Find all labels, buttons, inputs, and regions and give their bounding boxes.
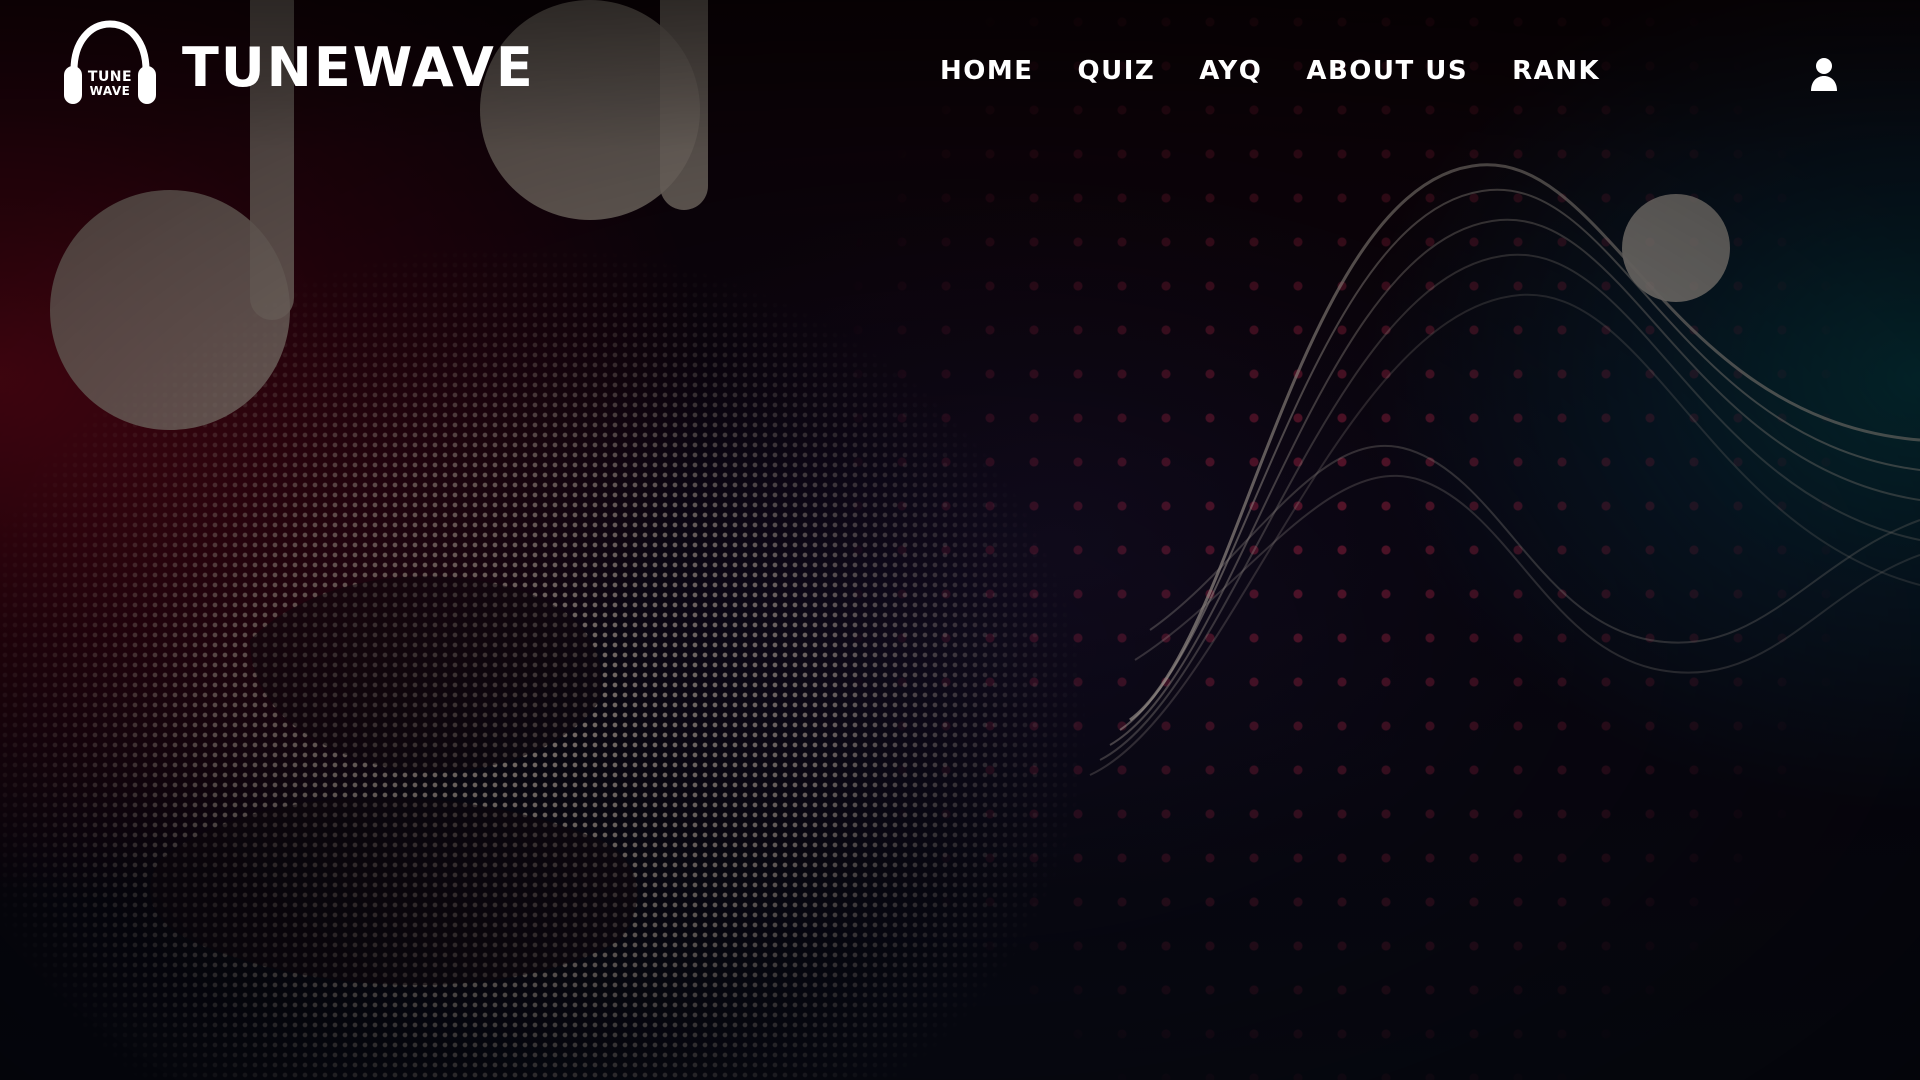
logo-text: TUNE WAVE <box>56 70 164 98</box>
site-header: TUNE WAVE TUNEWAVE HOME QUIZ AYQ ABOUT U… <box>0 0 1920 150</box>
user-profile-button[interactable] <box>1802 52 1846 96</box>
user-icon <box>1807 56 1841 92</box>
logo-line-2: WAVE <box>89 84 131 98</box>
logo-line-1: TUNE <box>87 69 133 85</box>
hero-dark-overlay <box>0 0 1920 1080</box>
nav-home[interactable]: HOME <box>940 52 1034 90</box>
brand-wordmark: TUNEWAVE <box>182 36 535 99</box>
main-nav: HOME QUIZ AYQ ABOUT US RANK <box>940 52 1600 90</box>
nav-ayq[interactable]: AYQ <box>1199 52 1262 90</box>
page: TUNE WAVE TUNEWAVE HOME QUIZ AYQ ABOUT U… <box>0 0 1920 1080</box>
nav-quiz[interactable]: QUIZ <box>1078 52 1156 90</box>
nav-rank[interactable]: RANK <box>1512 52 1600 90</box>
brand[interactable]: TUNE WAVE TUNEWAVE <box>56 14 535 114</box>
headphones-logo-icon: TUNE WAVE <box>56 14 164 114</box>
nav-about-us[interactable]: ABOUT US <box>1306 52 1468 90</box>
